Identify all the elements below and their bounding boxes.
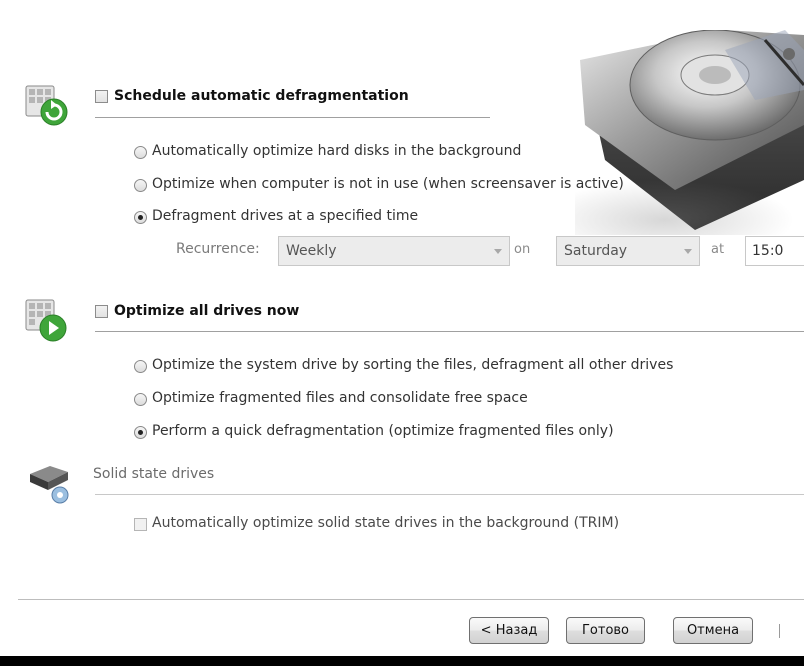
schedule-title: Schedule automatic defragmentation xyxy=(114,88,409,104)
done-button[interactable]: Готово xyxy=(566,617,645,644)
recurrence-value: Weekly xyxy=(286,243,337,259)
radio-specified-time[interactable] xyxy=(134,211,147,224)
day-value: Saturday xyxy=(564,243,628,259)
radio-screensaver-optimize-label: Optimize when computer is not in use (wh… xyxy=(152,176,624,192)
chevron-down-icon xyxy=(494,249,502,254)
calendar-refresh-icon xyxy=(22,84,70,130)
radio-screensaver-optimize[interactable] xyxy=(134,179,147,192)
cancel-button[interactable]: Отмена xyxy=(673,617,753,644)
radio-sort-system-drive[interactable] xyxy=(134,360,147,373)
radio-specified-time-label: Defragment drives at a specified time xyxy=(152,208,419,224)
footer-divider xyxy=(18,599,804,600)
trim-label: Automatically optimize solid state drive… xyxy=(152,515,620,531)
ssd-drive-icon xyxy=(26,460,74,506)
radio-consolidate-free-space-label: Optimize fragmented files and consolidat… xyxy=(152,390,528,406)
time-value: 15:0 xyxy=(752,243,784,259)
day-select[interactable]: Saturday xyxy=(556,236,700,266)
recurrence-select[interactable]: Weekly xyxy=(278,236,510,266)
optimize-now-title: Optimize all drives now xyxy=(114,303,300,319)
chevron-down-icon xyxy=(684,249,692,254)
schedule-checkbox[interactable] xyxy=(95,90,108,103)
recurrence-label: Recurrence: xyxy=(176,241,260,257)
at-label: at xyxy=(711,242,725,257)
radio-background-optimize[interactable] xyxy=(134,146,147,159)
radio-background-optimize-label: Automatically optimize hard disks in the… xyxy=(152,143,522,159)
ssd-title: Solid state drives xyxy=(93,466,215,482)
bottom-border xyxy=(0,656,804,666)
play-drives-icon xyxy=(22,298,70,344)
optimize-separator xyxy=(95,331,804,332)
radio-quick-defrag[interactable] xyxy=(134,426,147,439)
footer-edge-divider xyxy=(779,624,780,638)
radio-consolidate-free-space[interactable] xyxy=(134,393,147,406)
on-label: on xyxy=(514,242,531,257)
optimize-now-checkbox[interactable] xyxy=(95,305,108,318)
back-button[interactable]: < Назад xyxy=(469,617,549,644)
ssd-separator xyxy=(95,494,804,495)
schedule-separator xyxy=(95,117,490,118)
time-input[interactable]: 15:0 xyxy=(745,236,804,266)
trim-checkbox[interactable] xyxy=(134,518,147,531)
radio-quick-defrag-label: Perform a quick defragmentation (optimiz… xyxy=(152,423,614,439)
hard-disk-icon xyxy=(575,30,804,235)
radio-sort-system-drive-label: Optimize the system drive by sorting the… xyxy=(152,357,674,373)
